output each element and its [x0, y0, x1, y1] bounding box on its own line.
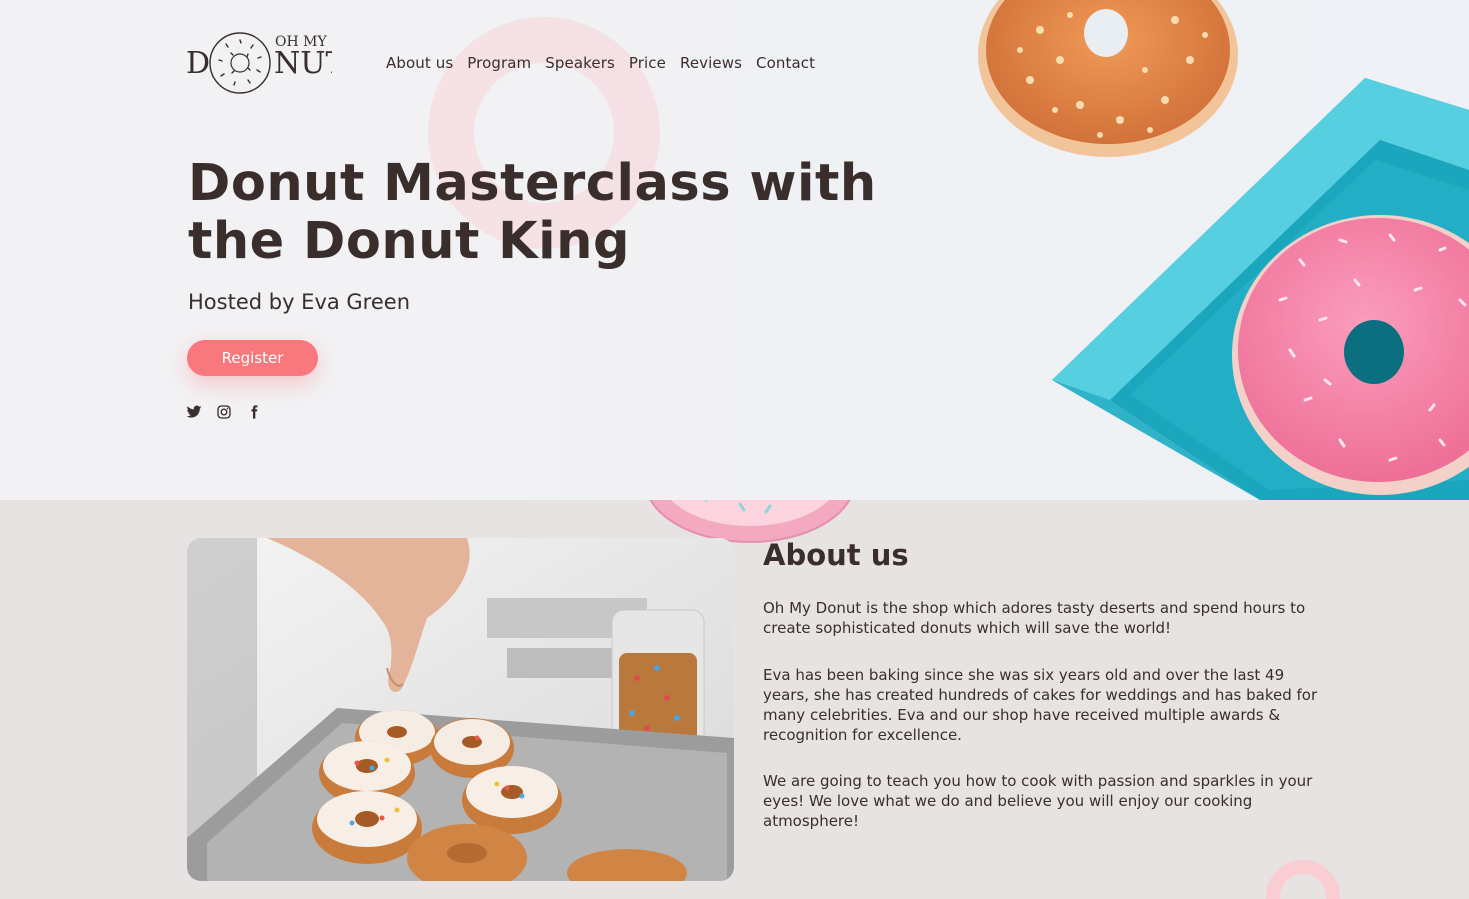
register-button[interactable]: Register [187, 340, 318, 376]
hero-title: Donut Masterclass with the Donut King [188, 155, 908, 271]
about-section: About us Oh My Donut is the shop which a… [0, 500, 1469, 899]
social-links [186, 404, 262, 420]
logo-text-nut: NUT [274, 46, 332, 81]
nav-program[interactable]: Program [467, 54, 531, 72]
hero-subtitle: Hosted by Eva Green [188, 290, 411, 314]
about-paragraph-2: Eva has been baking since she was six ye… [763, 666, 1318, 744]
baking-photo [187, 538, 734, 881]
hero-section: D OH MY NUT About us Program Speakers Pr… [0, 0, 1469, 500]
hero-donut-image [960, 0, 1469, 500]
about-paragraph-3: We are going to teach you how to cook wi… [763, 772, 1313, 830]
instagram-icon[interactable] [216, 404, 232, 420]
facebook-icon[interactable] [246, 404, 262, 420]
logo[interactable]: D OH MY NUT [186, 30, 346, 96]
about-title: About us [763, 538, 909, 572]
logo-letter-d: D [186, 46, 210, 81]
about-paragraph-1: Oh My Donut is the shop which adores tas… [763, 599, 1306, 637]
hero-title-line2: the Donut King [188, 212, 630, 271]
nav-price[interactable]: Price [629, 54, 666, 72]
nav-about-us[interactable]: About us [386, 54, 453, 72]
nav-contact[interactable]: Contact [756, 54, 815, 72]
main-nav: About us Program Speakers Price Reviews … [386, 54, 829, 72]
nav-speakers[interactable]: Speakers [545, 54, 615, 72]
decorative-ring-small [1266, 860, 1340, 899]
twitter-icon[interactable] [186, 404, 202, 420]
donut-logo-icon: D OH MY NUT [186, 32, 346, 94]
nav-reviews[interactable]: Reviews [680, 54, 742, 72]
hero-title-line1: Donut Masterclass with [188, 154, 877, 213]
